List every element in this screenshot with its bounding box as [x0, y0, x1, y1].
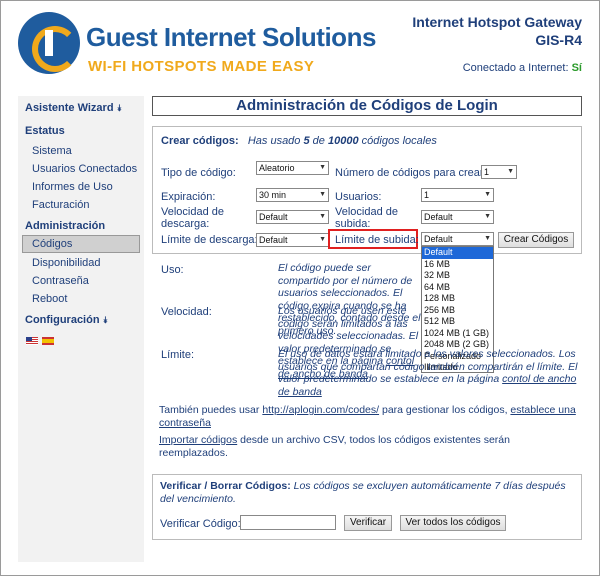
limit-text: El uso de datos estará limitado a los va…	[278, 348, 578, 398]
gateway-title: Internet Hotspot Gateway	[412, 14, 582, 30]
sidebar-head-status[interactable]: Estatus	[25, 125, 65, 137]
connection-status: Conectado a Internet: Sí	[463, 62, 582, 74]
manage-codes-text: También puedes usar http://aplogin.com/c…	[159, 404, 576, 429]
users-select[interactable]: 1	[421, 188, 494, 202]
gateway-model: GIS-R4	[535, 32, 582, 48]
sidebar-item-codigos[interactable]: Códigos	[32, 238, 72, 250]
view-all-codes-button[interactable]: Ver todos los códigos	[400, 515, 506, 531]
sidebar-item-informes-uso[interactable]: Informes de Uso	[32, 181, 113, 193]
code-type-select[interactable]: Aleatorio	[256, 161, 329, 175]
expiration-select[interactable]: 30 min	[256, 188, 329, 202]
connection-value: Sí	[571, 62, 582, 74]
sidebar-head-admin[interactable]: Administración	[25, 220, 105, 232]
dropdown-option[interactable]: 1024 MB (1 GB)	[422, 328, 493, 340]
verify-heading: Verificar / Borrar Códigos: Los códigos …	[160, 480, 566, 505]
logo-subtitle: WI-FI HOTSPOTS MADE EASY	[88, 58, 315, 75]
dropdown-option[interactable]: 16 MB	[422, 259, 493, 271]
logo-i-glyph	[45, 30, 53, 56]
sidebar: Asistente Wizard ⯯ Estatus Sistema Usuar…	[18, 96, 144, 562]
sidebar-item-usuarios-conectados[interactable]: Usuarios Conectados	[32, 163, 137, 175]
verify-button[interactable]: Verificar	[344, 515, 392, 531]
sidebar-configuracion[interactable]: Configuración ⯯	[25, 314, 108, 326]
upload-limit-label: Límite de subida:	[335, 234, 419, 246]
speed-label: Velocidad:	[161, 306, 212, 318]
usage-label: Uso:	[161, 264, 184, 276]
upload-speed-label: Velocidad de subida:	[335, 206, 398, 230]
dropdown-option[interactable]: 128 MB	[422, 293, 493, 305]
sidebar-item-facturacion[interactable]: Facturación	[32, 199, 89, 211]
code-count-select[interactable]: 1	[481, 165, 517, 179]
page-title: Administración de Códigos de Login	[152, 96, 582, 116]
sidebar-item-sistema[interactable]: Sistema	[32, 145, 72, 157]
dropdown-option[interactable]: 512 MB	[422, 316, 493, 328]
create-codes-button[interactable]: Crear Códigos	[498, 232, 574, 248]
dropdown-option[interactable]: 64 MB	[422, 282, 493, 294]
logo-title: Guest Internet Solutions	[86, 22, 376, 52]
verify-code-label: Verificar Código:	[160, 518, 241, 530]
us-flag-icon[interactable]	[26, 337, 38, 345]
code-count-label: Número de códigos para crear:	[335, 167, 487, 179]
sidebar-item-reboot[interactable]: Reboot	[32, 293, 67, 305]
download-limit-label: Límite de descarga:	[161, 234, 258, 246]
sidebar-item-disponibilidad[interactable]: Disponibilidad	[32, 257, 101, 269]
sidebar-wizard[interactable]: Asistente Wizard ⯯	[25, 102, 122, 114]
create-codes-heading: Crear códigos: Has usado 5 de 10000 códi…	[161, 135, 437, 147]
dropdown-option[interactable]: Default	[422, 247, 493, 259]
dropdown-option[interactable]: 256 MB	[422, 305, 493, 317]
aplogin-link[interactable]: http://aplogin.com/codes/	[262, 404, 379, 416]
users-label: Usuarios:	[335, 191, 382, 203]
expiration-label: Expiración:	[161, 191, 216, 203]
limit-label: Límite:	[161, 349, 195, 361]
es-flag-icon[interactable]	[42, 337, 54, 345]
brand-logo: Guest Internet Solutions WI-FI HOTSPOTS …	[18, 12, 376, 84]
download-speed-label: Velocidad de descarga:	[161, 206, 224, 230]
verify-code-input[interactable]	[240, 515, 336, 530]
download-limit-select[interactable]: Default	[256, 233, 329, 247]
import-codes-link[interactable]: Importar códigos	[159, 434, 237, 446]
upload-speed-select[interactable]: Default	[421, 210, 494, 224]
connection-label: Conectado a Internet:	[462, 62, 569, 74]
upload-limit-select[interactable]: Default	[421, 232, 494, 246]
dropdown-option[interactable]: 32 MB	[422, 270, 493, 282]
download-speed-select[interactable]: Default	[256, 210, 329, 224]
code-type-label: Tipo de código:	[161, 167, 236, 179]
import-codes-text: Importar códigos desde un archivo CSV, t…	[159, 434, 510, 459]
double-chevron-down-icon: ⯯	[102, 315, 109, 325]
double-chevron-down-icon: ⯯	[116, 103, 123, 113]
sidebar-item-contrasena[interactable]: Contraseña	[32, 275, 89, 287]
